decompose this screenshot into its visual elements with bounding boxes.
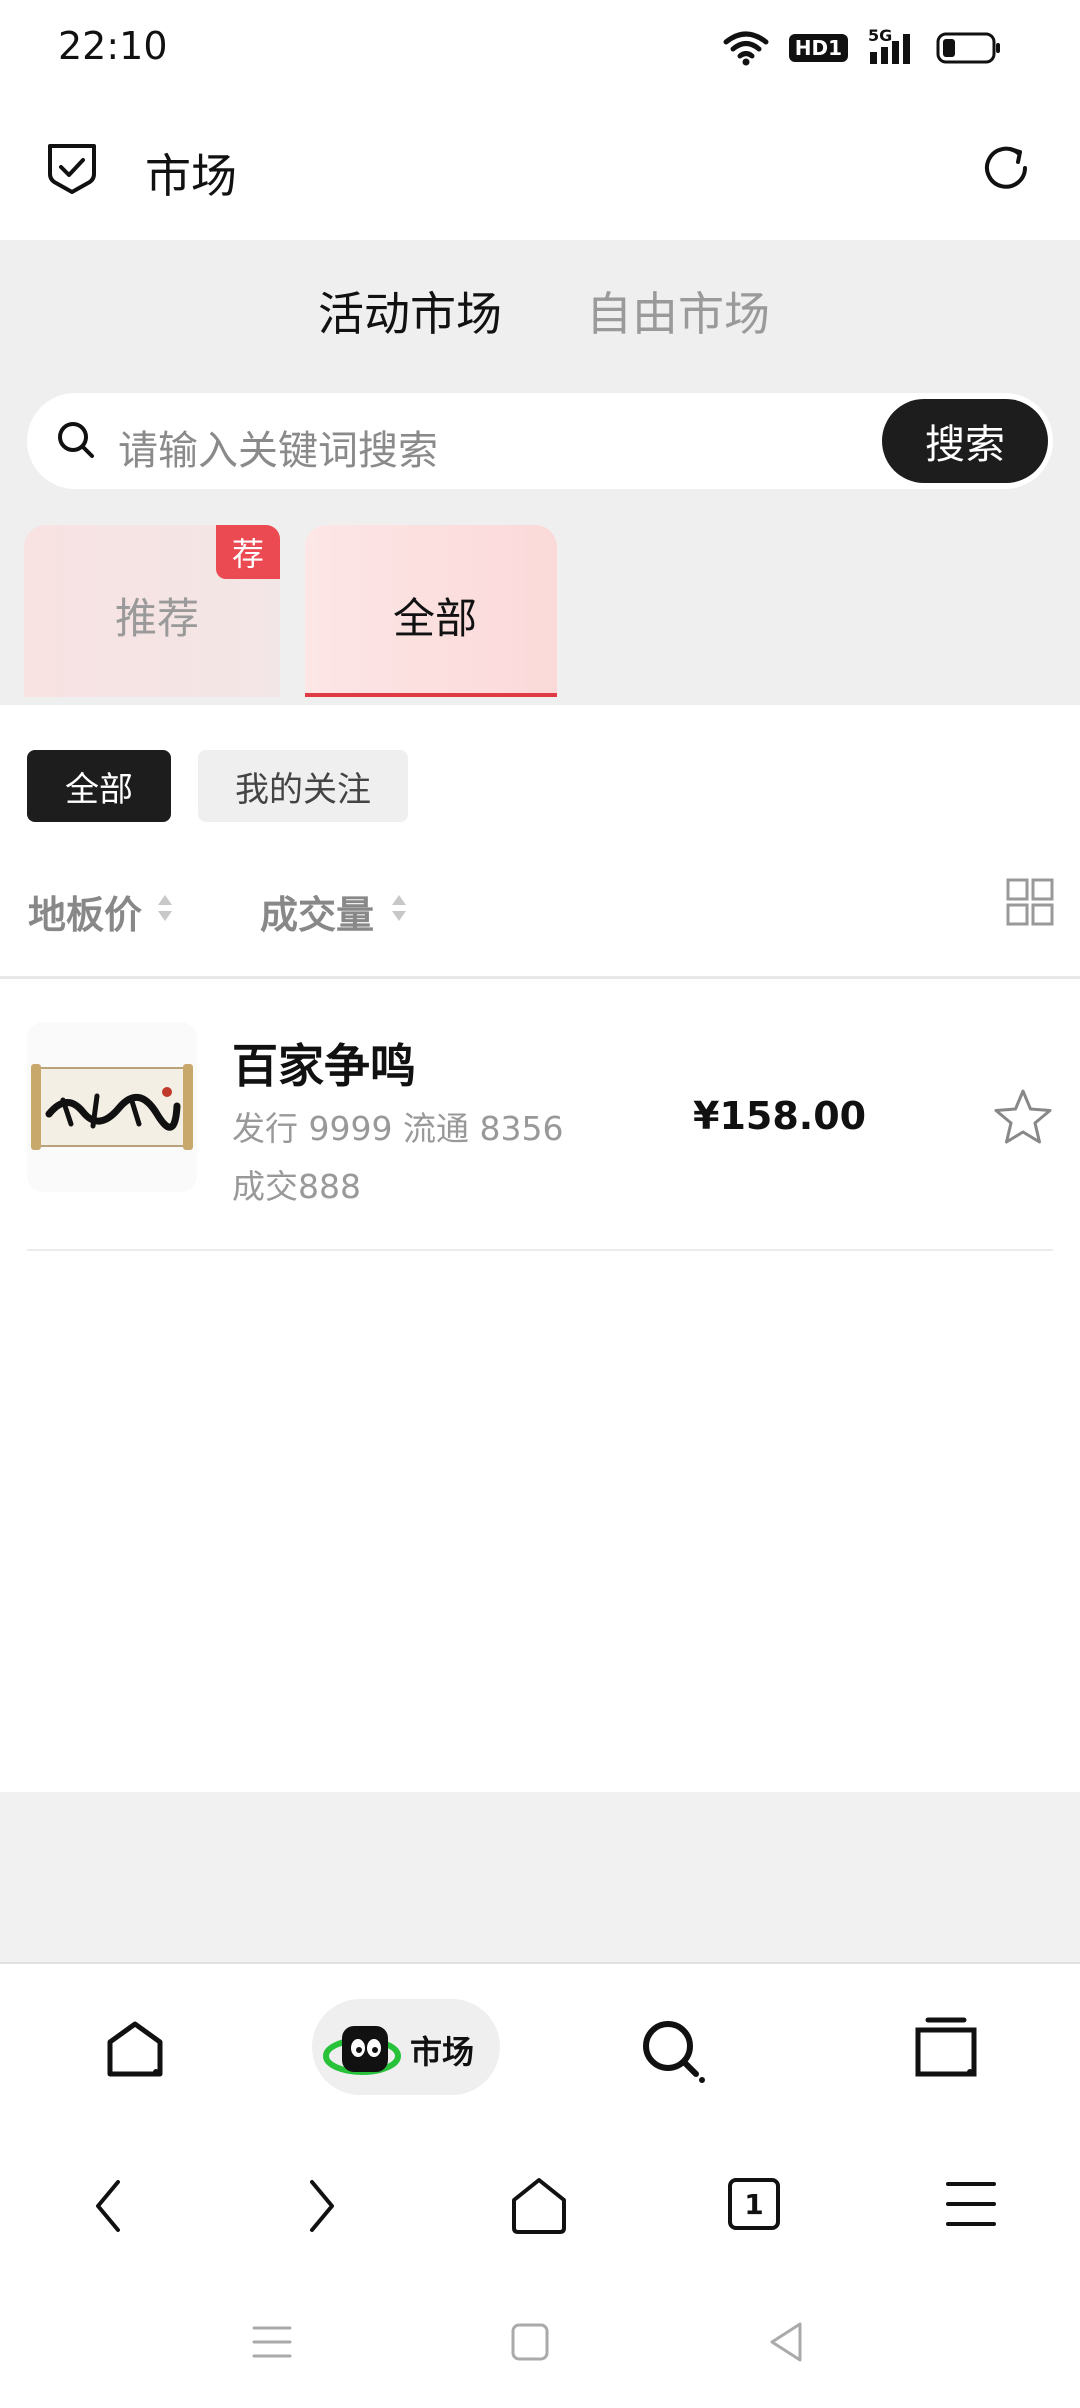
product-issue-circulation: 发行 9999 流通 8356 (232, 1109, 564, 1148)
search-tab-icon[interactable] (638, 2016, 708, 2086)
list-footer-space (0, 1792, 1080, 1962)
product-deals: 成交888 (232, 1167, 361, 1206)
category-tab-all-label: 全部 (393, 594, 478, 643)
system-back-icon[interactable] (766, 2320, 806, 2364)
search-input[interactable]: 请输入关键词搜索 (118, 418, 438, 476)
recents-icon[interactable] (252, 2322, 292, 2362)
scroll-artwork-image (27, 1022, 197, 1192)
system-home-icon[interactable] (510, 2322, 550, 2362)
mascot-icon (323, 2026, 401, 2075)
product-price: ¥158.00 (693, 1094, 867, 1138)
sort-arrows-icon (392, 895, 406, 921)
divider (0, 976, 1080, 979)
wifi-icon (723, 31, 769, 66)
page-title: 市场 (145, 149, 237, 203)
market-tab-label: 市场 (410, 2033, 475, 2071)
tabs-count: 1 (744, 2187, 764, 2221)
signal-icon: 5G (868, 26, 916, 66)
search-button[interactable]: 搜索 (882, 399, 1048, 483)
battery-icon (936, 32, 1000, 64)
product-thumbnail[interactable] (27, 1022, 197, 1192)
status-icons: HD1 5G (723, 26, 1002, 70)
star-icon[interactable] (992, 1087, 1054, 1149)
filter-all-chip[interactable]: 全部 (27, 750, 171, 822)
sort-arrows-icon (158, 895, 172, 921)
divider (27, 1249, 1053, 1251)
sort-volume[interactable]: 成交量 (260, 884, 374, 939)
recommend-badge: 荐 (216, 525, 280, 579)
forward-icon[interactable] (302, 2176, 342, 2236)
hd-badge: HD1 (788, 34, 848, 62)
filter-following-chip[interactable]: 我的关注 (198, 750, 408, 822)
home-tab-icon[interactable] (104, 2018, 166, 2080)
tab-free-market[interactable]: 自由市场 (586, 278, 770, 344)
status-time: 22:10 (58, 24, 168, 68)
browser-home-icon[interactable] (508, 2174, 570, 2236)
tabs-count-button[interactable]: 1 (728, 2178, 780, 2230)
product-name[interactable]: 百家争鸣 (232, 1030, 416, 1096)
grid-view-icon[interactable] (1006, 878, 1054, 926)
search-icon (58, 422, 94, 458)
back-icon[interactable] (88, 2176, 128, 2236)
category-tab-recommended-label: 推荐 (115, 594, 200, 643)
refresh-icon[interactable] (978, 140, 1034, 196)
sort-floor-price[interactable]: 地板价 (28, 884, 142, 939)
tab-activity-market[interactable]: 活动市场 (318, 278, 502, 344)
shield-check-icon[interactable] (44, 140, 100, 196)
menu-icon[interactable] (944, 2178, 998, 2230)
collection-tab-icon[interactable] (914, 2016, 978, 2080)
